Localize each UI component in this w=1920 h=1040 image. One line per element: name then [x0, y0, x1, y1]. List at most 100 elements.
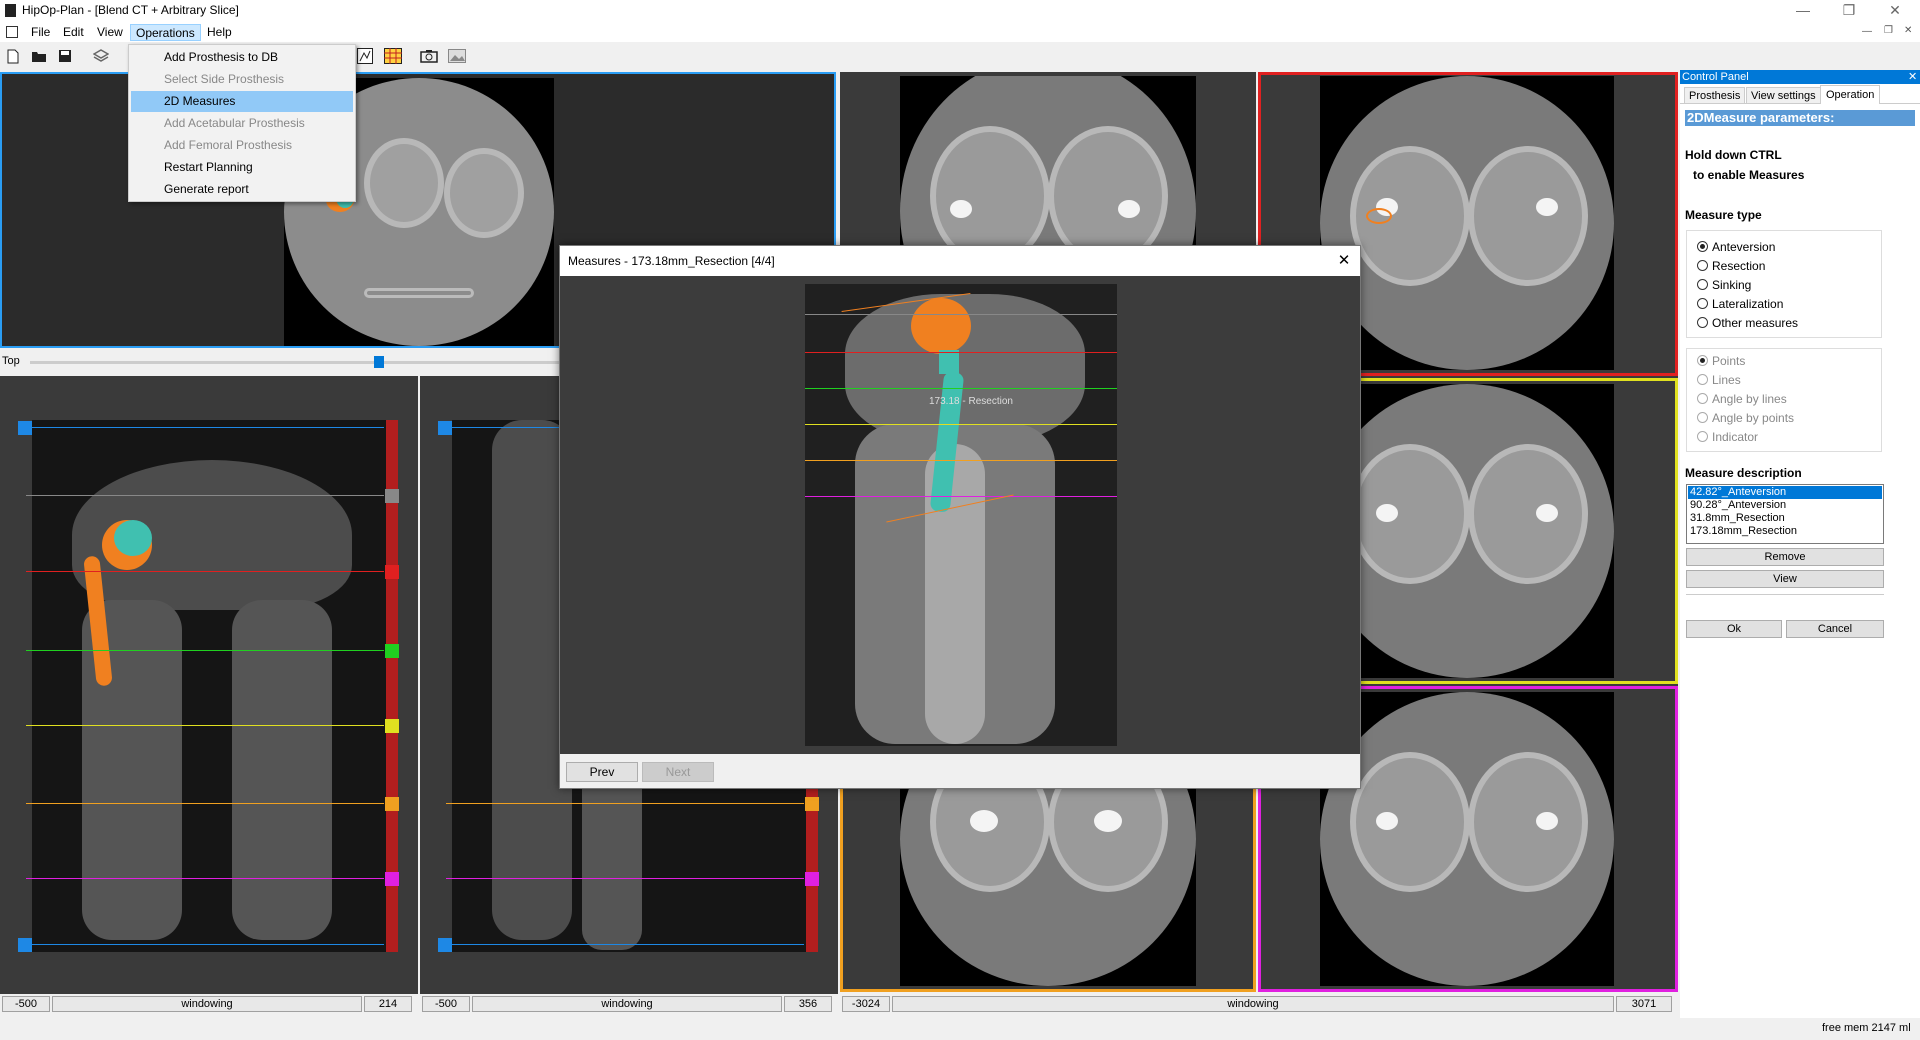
top-slider-track[interactable] — [30, 361, 560, 364]
radio-label: Indicator — [1712, 430, 1759, 444]
line-handle-magenta[interactable] — [805, 872, 819, 886]
dialog-close-icon[interactable]: ✕ — [1332, 250, 1356, 272]
measure-line-green[interactable] — [26, 650, 384, 651]
line-handle-blue-top[interactable] — [438, 421, 452, 435]
tab-operation[interactable]: Operation — [1820, 85, 1881, 104]
next-button[interactable]: Next — [642, 762, 714, 782]
view-button[interactable]: View — [1686, 570, 1884, 588]
image-icon[interactable] — [448, 47, 466, 65]
layers-icon[interactable] — [92, 47, 110, 65]
menu-item-add-acetabular-prosthesis[interactable]: Add Acetabular Prosthesis — [131, 113, 353, 134]
menu-item-add-femoral-prosthesis[interactable]: Add Femoral Prosthesis — [131, 135, 353, 156]
restore-icon[interactable]: ❐ — [1826, 0, 1872, 22]
windowing-label[interactable]: windowing — [52, 996, 362, 1012]
measure-line-magenta[interactable] — [26, 878, 384, 879]
control-panel-close-icon[interactable]: ✕ — [1908, 70, 1920, 84]
open-folder-icon[interactable] — [30, 47, 48, 65]
minimize-icon[interactable]: — — [1780, 0, 1826, 22]
line-handle-gray[interactable] — [385, 489, 399, 503]
measure-line-orange[interactable] — [446, 803, 804, 804]
close-icon[interactable]: ✕ — [1872, 0, 1918, 22]
measure-line-gray[interactable] — [26, 495, 384, 496]
radio-sinking[interactable]: Sinking — [1697, 277, 1751, 293]
tab-view-settings[interactable]: View settings — [1746, 87, 1821, 104]
line-handle-blue-bottom[interactable] — [438, 938, 452, 952]
radio-angle-by-lines[interactable]: Angle by lines — [1697, 391, 1787, 407]
mdi-restore-icon[interactable]: ❐ — [1884, 25, 1893, 36]
line-handle-orange[interactable] — [805, 797, 819, 811]
ok-button[interactable]: Ok — [1686, 620, 1782, 638]
system-menu-icon[interactable] — [6, 26, 18, 38]
radio-resection[interactable]: Resection — [1697, 258, 1765, 274]
xray-lateral-status: -500 windowing 356 — [420, 996, 838, 1014]
window-min-value[interactable]: -3024 — [842, 996, 890, 1012]
line-handle-orange[interactable] — [385, 797, 399, 811]
free-memory: free mem 2147 ml — [1822, 1022, 1911, 1034]
menu-help[interactable]: Help — [202, 24, 237, 41]
ct-slice-3[interactable] — [1320, 384, 1614, 678]
tab-prosthesis[interactable]: Prosthesis — [1684, 87, 1746, 104]
radio-label: Anteversion — [1712, 240, 1776, 254]
measure-line-blue-bottom[interactable] — [26, 944, 384, 945]
line-handle-green[interactable] — [385, 644, 399, 658]
radio-lines[interactable]: Lines — [1697, 372, 1741, 388]
window-max-value[interactable]: 214 — [364, 996, 412, 1012]
line-handle-blue-top[interactable] — [18, 421, 32, 435]
windowing-label[interactable]: windowing — [892, 996, 1614, 1012]
measure-line-orange[interactable] — [26, 803, 384, 804]
mdi-close-icon[interactable]: ✕ — [1904, 25, 1912, 36]
line-handle-yellow[interactable] — [385, 719, 399, 733]
window-min-value[interactable]: -500 — [2, 996, 50, 1012]
line-handle-red[interactable] — [385, 565, 399, 579]
line-handle-blue-bottom[interactable] — [18, 938, 32, 952]
menu-file[interactable]: File — [26, 24, 55, 41]
menu-item-select-side-prosthesis[interactable]: Select Side Prosthesis — [131, 69, 353, 90]
radio-other-measures[interactable]: Other measures — [1697, 315, 1798, 331]
menu-item-generate-report[interactable]: Generate report — [131, 179, 353, 200]
windowing-label[interactable]: windowing — [472, 996, 782, 1012]
ct-slice-4[interactable] — [1320, 692, 1614, 986]
radio-lateralization[interactable]: Lateralization — [1697, 296, 1783, 312]
radio-indicator — [1697, 355, 1708, 366]
top-slider-handle[interactable] — [374, 356, 384, 368]
window-min-value[interactable]: -500 — [422, 996, 470, 1012]
mdi-minimize-icon[interactable]: — — [1862, 26, 1872, 37]
window-max-value[interactable]: 356 — [784, 996, 832, 1012]
measure-line-yellow[interactable] — [26, 725, 384, 726]
section-header: 2DMeasure parameters: — [1685, 110, 1915, 126]
measure-line-magenta[interactable] — [446, 878, 804, 879]
radio-angle-by-points[interactable]: Angle by points — [1697, 410, 1794, 426]
menu-operations[interactable]: Operations — [130, 24, 201, 41]
chart-icon[interactable] — [356, 47, 374, 65]
dialog-image-area: 173.18 - Resection — [560, 276, 1360, 754]
list-item[interactable]: 90.28°_Anteversion — [1688, 499, 1882, 512]
menu-item-2d-measures[interactable]: 2D Measures — [131, 91, 353, 112]
menu-item-restart-planning[interactable]: Restart Planning — [131, 157, 353, 178]
menu-item-add-prosthesis-to-db[interactable]: Add Prosthesis to DB — [131, 47, 353, 68]
new-file-icon[interactable] — [4, 47, 22, 65]
radio-anteversion[interactable]: Anteversion — [1697, 239, 1775, 255]
ct-slice-2[interactable] — [1320, 76, 1614, 370]
camera-icon[interactable] — [420, 47, 438, 65]
measure-line-red[interactable] — [26, 571, 384, 572]
status-bar: free mem 2147 ml — [0, 1018, 1920, 1040]
list-item[interactable]: 42.82°_Anteversion — [1687, 485, 1883, 500]
remove-button[interactable]: Remove — [1686, 548, 1884, 566]
table-icon[interactable] — [384, 47, 402, 65]
menu-view[interactable]: View — [92, 24, 128, 41]
measure-line-blue-bottom[interactable] — [446, 944, 804, 945]
radio-points[interactable]: Points — [1697, 353, 1745, 369]
measure-line-blue-top[interactable] — [26, 427, 384, 428]
measure-description-list[interactable]: 42.82°_Anteversion 90.28°_Anteversion 31… — [1686, 484, 1884, 544]
list-item[interactable]: 31.8mm_Resection — [1688, 512, 1882, 525]
cancel-button[interactable]: Cancel — [1786, 620, 1884, 638]
list-item[interactable]: 173.18mm_Resection — [1688, 525, 1882, 538]
line-handle-magenta[interactable] — [385, 872, 399, 886]
save-icon[interactable] — [56, 47, 74, 65]
prev-button[interactable]: Prev — [566, 762, 638, 782]
window-max-value[interactable]: 3071 — [1616, 996, 1672, 1012]
menu-edit[interactable]: Edit — [58, 24, 89, 41]
dialog-titlebar: Measures - 173.18mm_Resection [4/4] ✕ — [560, 246, 1360, 276]
xray-frontal-view[interactable] — [0, 376, 418, 994]
radio-indicator-option[interactable]: Indicator — [1697, 429, 1758, 445]
